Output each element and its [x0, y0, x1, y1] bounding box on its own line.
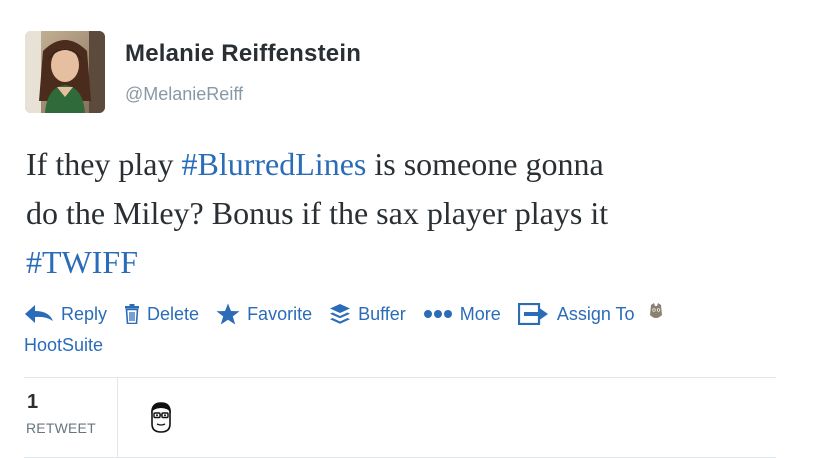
hootsuite-link[interactable]: HootSuite	[24, 334, 804, 356]
retweeter-avatar[interactable]	[148, 402, 174, 434]
hootsuite-owl-icon	[649, 302, 663, 326]
tweet-text: If they play #BlurredLines is someone go…	[26, 140, 806, 287]
delete-button[interactable]: Delete	[124, 304, 199, 325]
reply-arrow-icon	[24, 304, 54, 324]
tweet-line-3: #TWIFF	[26, 238, 806, 287]
star-icon	[216, 303, 240, 325]
assign-to-label: Assign To	[556, 303, 635, 324]
favorite-label: Favorite	[247, 303, 313, 324]
trash-icon	[124, 304, 140, 324]
tweet-actions: Reply Delete Favorite Buffer More Assign…	[24, 300, 804, 356]
buffer-layers-icon	[329, 303, 351, 325]
tweet-line-2: do the Miley? Bonus if the sax player pl…	[26, 195, 609, 231]
hashtag-link[interactable]: #TWIFF	[26, 244, 138, 280]
more-label: More	[459, 303, 501, 324]
retweet-count[interactable]: 1	[27, 391, 38, 414]
assign-arrow-icon	[517, 303, 550, 325]
reply-button[interactable]: Reply	[24, 304, 107, 325]
author-name[interactable]: Melanie Reiffenstein	[125, 40, 361, 68]
author-handle[interactable]: @MelanieReiff	[125, 84, 243, 105]
hashtag-link[interactable]: #BlurredLines	[182, 146, 367, 182]
more-button[interactable]: More	[423, 304, 501, 325]
favorite-button[interactable]: Favorite	[216, 303, 312, 325]
delete-label: Delete	[147, 303, 200, 324]
author-avatar[interactable]	[25, 31, 105, 113]
reply-label: Reply	[61, 303, 108, 324]
assign-to-button[interactable]: Assign To	[517, 303, 635, 325]
buffer-label: Buffer	[358, 303, 406, 324]
stats-divider-top	[24, 377, 776, 378]
tweet-line-1: If they play #BlurredLines is someone go…	[26, 140, 806, 189]
tweet-text-segment: If they play	[26, 146, 182, 182]
buffer-button[interactable]: Buffer	[329, 303, 406, 325]
retweet-label[interactable]: RETWEET	[26, 420, 96, 436]
stats-divider-vertical	[117, 378, 118, 457]
ellipsis-icon	[423, 309, 453, 319]
tweet-text-segment: is someone gonna	[366, 146, 604, 182]
